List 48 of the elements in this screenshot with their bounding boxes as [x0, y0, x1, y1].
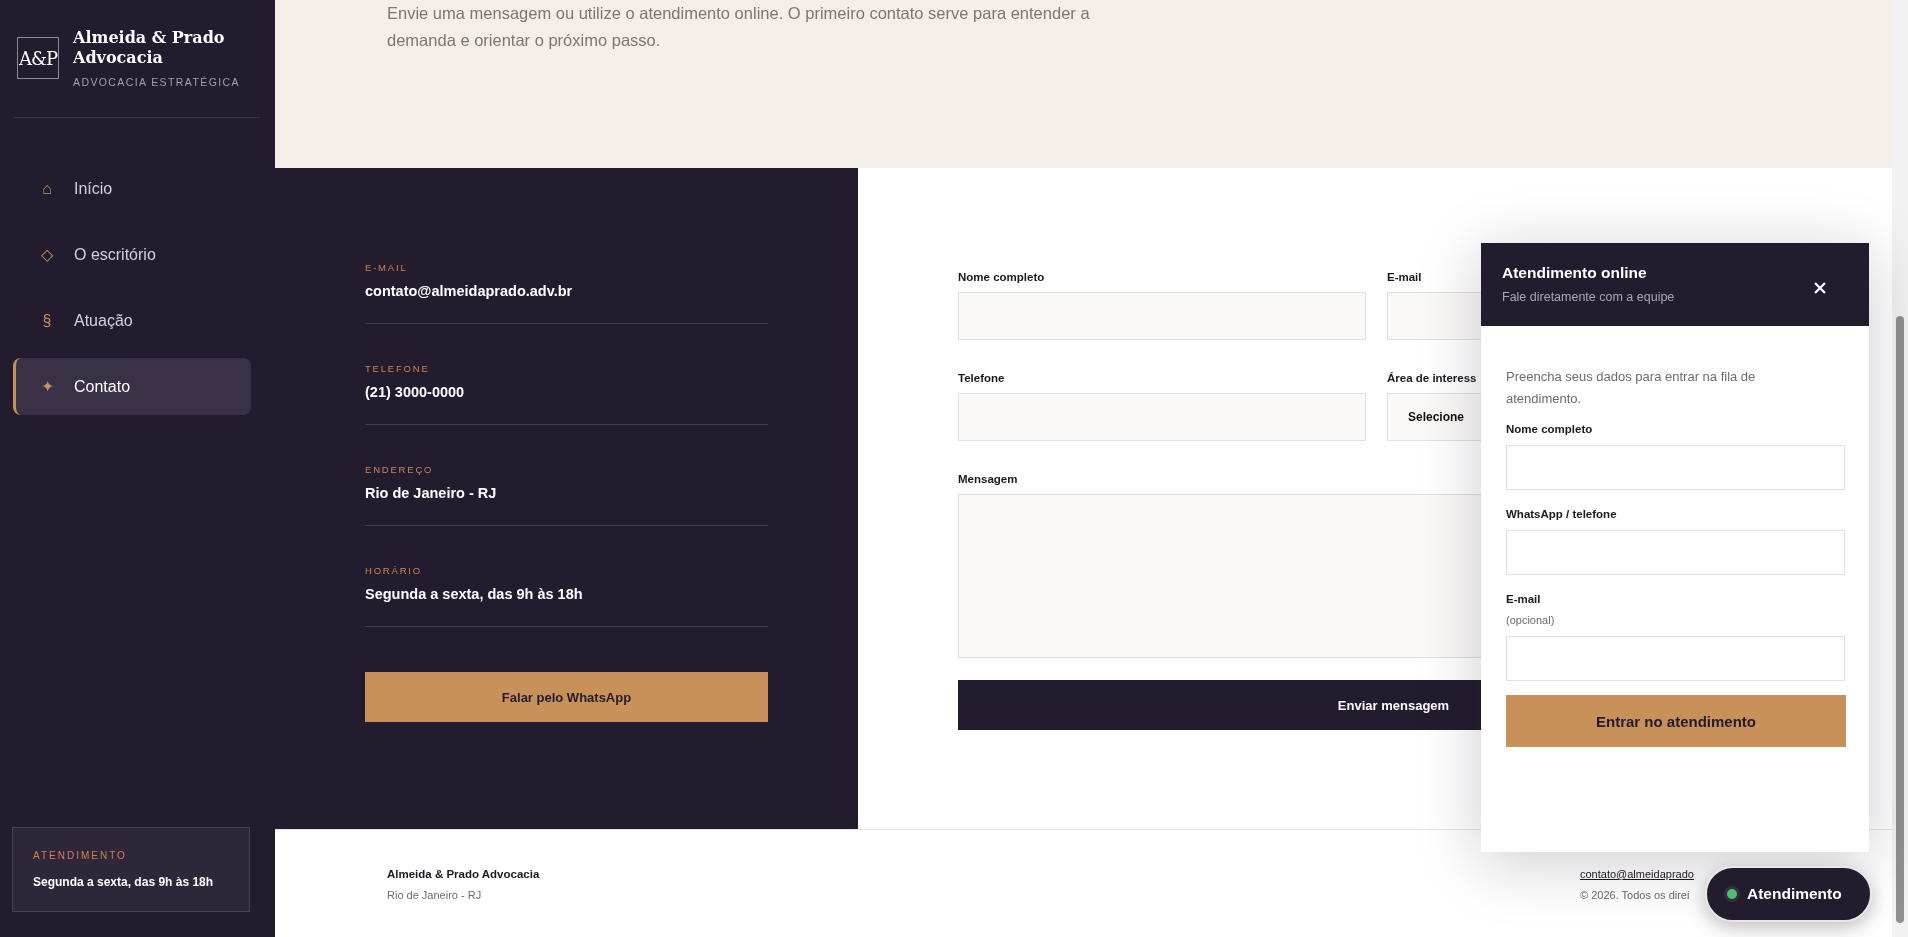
chat-title: Atendimento online — [1502, 264, 1647, 282]
chat-subtitle: Fale diretamente com a equipe — [1502, 290, 1675, 304]
join-button[interactable]: Entrar no atendimento — [1506, 695, 1846, 747]
info-label: ENDEREÇO — [365, 464, 434, 475]
logo-mark: A&P — [17, 37, 59, 79]
field-label: E-mail — [1387, 271, 1422, 283]
card-label: ATENDIMENTO — [33, 850, 127, 861]
close-icon[interactable] — [1813, 281, 1827, 295]
brand-tagline: ADVOCACIA ESTRATÉGICA — [73, 76, 240, 88]
input-field[interactable] — [1506, 445, 1845, 490]
field-label: Nome completo — [958, 271, 1045, 283]
nav-icon: ✦ — [40, 377, 54, 396]
copyright-text: © 2026. Todos os direi — [1580, 889, 1690, 901]
input-field[interactable] — [1506, 636, 1845, 681]
email-link[interactable]: contato@almeidaprado — [1580, 868, 1694, 880]
input-field[interactable] — [1506, 530, 1845, 575]
field-hint: (opcional) — [1506, 614, 1555, 626]
info-label: E-MAIL — [365, 262, 408, 273]
chat-intro: Preencha seus dados para entrar na fila de atendimento. — [1506, 368, 1757, 408]
whatsapp-button[interactable]: Falar pelo WhatsApp — [365, 672, 768, 722]
field-label: Mensagem — [958, 473, 1018, 485]
field-label: E-mail — [1506, 593, 1541, 605]
field-label: Nome completo — [1506, 423, 1593, 435]
hours-text: Segunda a sexta, das 9h às 18h — [33, 875, 214, 889]
info-label: TELEFONE — [365, 363, 430, 374]
info-value: Rio de Janeiro - RJ — [365, 485, 497, 501]
footer-brand: Almeida & Prado Advocacia — [387, 868, 540, 880]
scrollbar-thumb[interactable] — [1896, 316, 1904, 923]
footer-city: Rio de Janeiro - RJ — [387, 889, 482, 901]
nav-item[interactable]: ⌂ Início — [13, 160, 251, 217]
nav-icon: § — [40, 311, 54, 330]
intro-text: Envie uma mensagem ou utilize o atendimento online. O primeiro contato serve para entender a demanda e orientar o próximo passo. — [387, 3, 1091, 51]
info-value: Segunda a sexta, das 9h às 18h — [365, 586, 583, 602]
nav-item[interactable]: ◇ O escritório — [13, 226, 251, 283]
brand-name: Almeida & Prado Advocacia — [73, 28, 226, 68]
nav-icon: ⌂ — [40, 179, 54, 198]
nav-item[interactable]: ✦ Contato — [13, 358, 251, 415]
field-label: Área de interess — [1387, 372, 1477, 384]
nav-item[interactable]: § Atuação — [13, 292, 251, 349]
chat-launcher-button[interactable]: Atendimento — [1705, 866, 1872, 922]
info-value: (21) 3000-0000 — [365, 384, 465, 400]
field-label: WhatsApp / telefone — [1506, 508, 1617, 520]
field-label: Telefone — [958, 372, 1005, 384]
input-field[interactable] — [958, 292, 1366, 340]
info-label: HORÁRIO — [365, 565, 422, 576]
input-field[interactable] — [958, 393, 1366, 441]
nav-icon: ◇ — [40, 245, 54, 264]
info-value: contato@almeidaprado.adv.br — [365, 283, 573, 299]
